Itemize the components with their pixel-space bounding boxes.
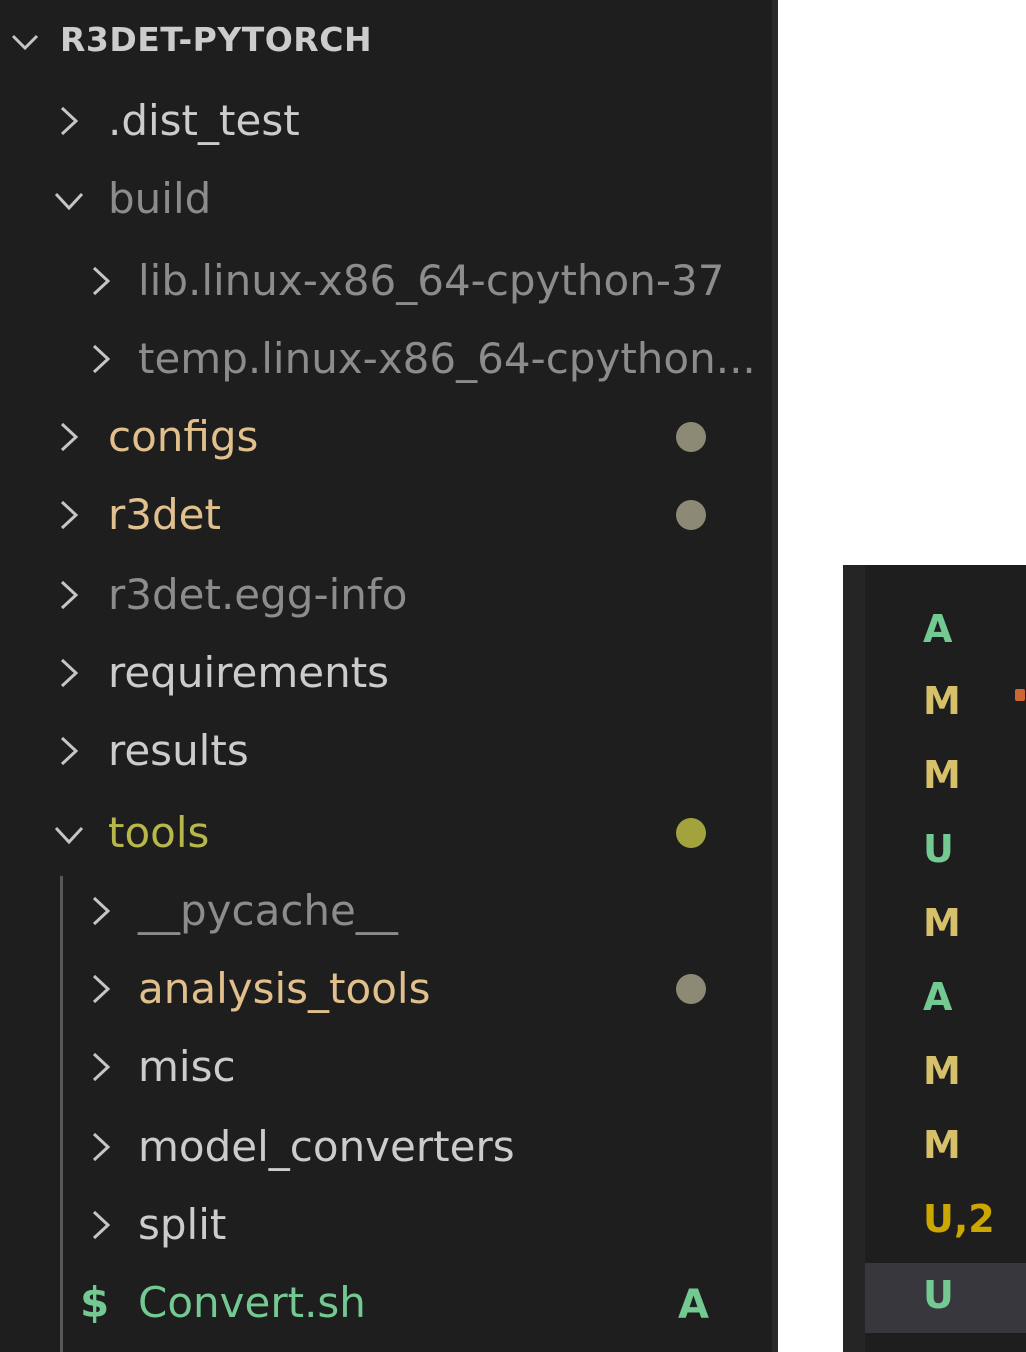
tree-item-split[interactable]: split (0, 1186, 772, 1264)
tree-item-label: tools (108, 808, 210, 857)
explorer-panel: R3DET-PYTORCH .dist_test build lib.linux… (0, 0, 778, 1352)
tree-item-label: __pycache__ (138, 886, 398, 935)
git-status-added: A (923, 607, 953, 651)
git-status-modified: M (923, 901, 961, 945)
tree-item-tools[interactable]: tools (0, 794, 772, 872)
chevron-right-icon (92, 1052, 111, 1082)
chevron-down-icon (54, 192, 84, 211)
git-status-modified: M (923, 753, 961, 797)
tree-item-results[interactable]: results (0, 712, 772, 790)
tree-item-r3det-egg-info[interactable]: r3det.egg-info (0, 556, 772, 634)
git-status-modified: M (923, 679, 961, 723)
tree-item-dist-test[interactable]: .dist_test (0, 82, 772, 160)
tree-item-label: r3det.egg-info (108, 570, 408, 619)
tree-item-label: r3det (108, 490, 221, 539)
tree-item-model-converters[interactable]: model_converters (0, 1108, 772, 1186)
chevron-right-icon (92, 896, 111, 926)
tree-item-label: results (108, 726, 249, 775)
tree-item-r3det[interactable]: r3det (0, 476, 772, 554)
tree-item-label: split (138, 1200, 227, 1249)
git-status-modified: M (923, 1049, 961, 1093)
git-status-untracked: U (923, 827, 954, 871)
chevron-right-icon (92, 266, 111, 296)
tree-item-build[interactable]: build (0, 160, 772, 238)
modified-dot-icon (676, 500, 706, 530)
tree-item-requirements[interactable]: requirements (0, 634, 772, 712)
modified-dot-icon (676, 818, 706, 848)
shell-file-icon: $ (80, 1278, 110, 1327)
tree-item-label: requirements (108, 648, 390, 697)
git-status-untracked-count: U,2 (923, 1197, 995, 1241)
modified-dot-icon (676, 422, 706, 452)
chevron-right-icon (60, 580, 79, 610)
project-title: R3DET-PYTORCH (60, 20, 373, 59)
chevron-right-icon (60, 422, 79, 452)
tree-item-label: .dist_test (108, 96, 300, 145)
tree-item-lib-linux[interactable]: lib.linux-x86_64-cpython-37 (0, 242, 772, 320)
chevron-right-icon (92, 1210, 111, 1240)
tree-item-configs[interactable]: configs (0, 398, 772, 476)
chevron-right-icon (60, 658, 79, 688)
tree-item-pycache[interactable]: __pycache__ (0, 872, 772, 950)
change-marker-icon (1015, 689, 1025, 701)
chevron-down-icon (54, 826, 84, 845)
tree-item-analysis-tools[interactable]: analysis_tools (0, 950, 772, 1028)
tree-item-misc[interactable]: misc (0, 1028, 772, 1106)
chevron-right-icon (92, 1132, 111, 1162)
chevron-right-icon (60, 500, 79, 530)
tree-item-label: misc (138, 1042, 236, 1091)
source-control-status-panel: A M M U M A M M U,2 U (843, 565, 1026, 1352)
tree-item-label: analysis_tools (138, 964, 431, 1013)
tree-item-label: configs (108, 412, 259, 461)
tree-item-temp-linux[interactable]: temp.linux-x86_64-cpython... (0, 320, 772, 398)
git-status-added: A (923, 975, 953, 1019)
chevron-right-icon (92, 344, 111, 374)
chevron-right-icon (60, 106, 79, 136)
chevron-right-icon (92, 974, 111, 1004)
chevron-down-icon (11, 34, 39, 51)
tree-item-label: build (108, 174, 212, 223)
tree-item-convert-sh[interactable]: $ Convert.sh A (0, 1264, 772, 1342)
git-status-badge: A (678, 1282, 709, 1328)
chevron-right-icon (60, 736, 79, 766)
tree-item-label: lib.linux-x86_64-cpython-37 (138, 256, 725, 305)
tree-item-label: Convert.sh (138, 1278, 366, 1327)
git-status-untracked: U (923, 1273, 954, 1317)
modified-dot-icon (676, 974, 706, 1004)
explorer-section-header[interactable]: R3DET-PYTORCH (0, 0, 772, 78)
tree-item-label: model_converters (138, 1122, 515, 1171)
git-status-modified: M (923, 1123, 961, 1167)
tree-item-label: temp.linux-x86_64-cpython... (138, 334, 756, 383)
